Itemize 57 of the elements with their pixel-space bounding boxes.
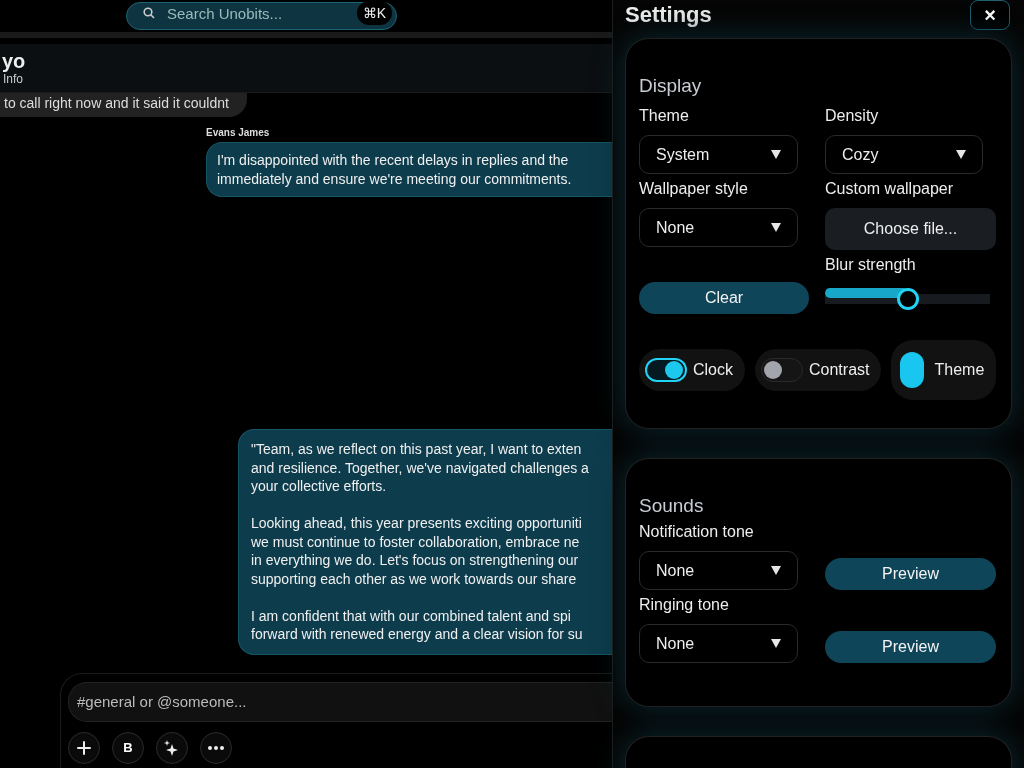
message-bubble: to call right now and it said it couldnt [0,93,247,117]
choose-file-button[interactable]: Choose file... [825,208,996,250]
message-bubble: I'm disappointed with the recent delays in replies and the immediately and ensure we're meeting our commitments. [206,142,612,197]
toggle-label: Contrast [809,361,870,379]
bold-button[interactable]: B [112,731,144,764]
dropdown-value: None [656,218,695,237]
toggle-chip[interactable]: Clock [639,349,745,391]
dropdown[interactable]: None [639,208,798,247]
dropdown-caret-icon [771,150,781,159]
message-input[interactable]: #general or @someone... [68,681,612,722]
info-link[interactable]: Info [3,72,23,86]
shortcut-hint: ⌘K [356,1,392,25]
slider-thumb[interactable] [896,288,919,310]
toggle-switch[interactable] [761,358,803,382]
toggle-label: Clock [693,361,733,379]
preview-button[interactable]: Preview [825,630,996,663]
dropdown[interactable]: None [639,624,798,663]
message-bubble: "Team, as we reflect on this past year, I want to exten and resilience. Together, we've navigated challenges a your collective efforts. Looking ahead, this year presents exciting opportuniti we must continue to foster collaboration, embrace ne in everything we do. Let's focus on strengthening our supporting each other as we work towards our share I am confident that with our combined talent and spi forward with renewed energy and a clear vision for su [238,429,612,655]
field-label: Custom wallpaper [825,180,954,199]
toggle-label: Theme [934,361,985,379]
preview-button[interactable]: Preview [825,557,996,590]
dropdown-value: None [656,634,695,653]
dropdown-caret-icon [771,566,781,575]
toggle-chip[interactable]: Contrast [755,349,882,391]
field-label: Blur strength [825,256,916,275]
sparkle-icon [164,739,180,756]
section-heading: Display [639,75,702,97]
toggle-switch[interactable] [900,352,925,388]
dropdown-caret-icon [956,150,966,159]
search-placeholder: Search Unobits... [167,4,284,22]
search-field[interactable]: Search Unobits... ⌘K [126,2,397,30]
field-label: Wallpaper style [639,180,748,199]
section-heading: Sounds [639,495,704,517]
dropdown-value: None [656,561,695,580]
toggle-chip[interactable]: Theme [891,340,997,400]
clear-button[interactable]: Clear [639,282,809,314]
dropdown-value: System [656,145,710,164]
plus-icon [77,740,91,755]
message-author: Evans James [206,127,270,138]
dropdown-value: Cozy [842,145,879,164]
more-icon [208,745,224,750]
dropdown[interactable]: Cozy [825,135,983,174]
dropdown[interactable]: System [639,135,798,174]
field-label: Notification tone [639,523,754,542]
search-icon [143,7,155,19]
close-button[interactable]: × [970,0,1010,30]
settings-title: Settings [625,2,712,28]
dropdown[interactable]: None [639,551,798,590]
add-button[interactable] [68,731,100,764]
field-label: Density [825,107,879,126]
conversation-title: yo [2,50,26,72]
field-label: Theme [639,107,689,126]
more-button[interactable] [200,731,232,764]
dropdown-caret-icon [771,639,781,648]
dropdown-caret-icon [771,223,781,232]
ai-button[interactable] [156,731,188,764]
field-label: Ringing tone [639,596,729,615]
